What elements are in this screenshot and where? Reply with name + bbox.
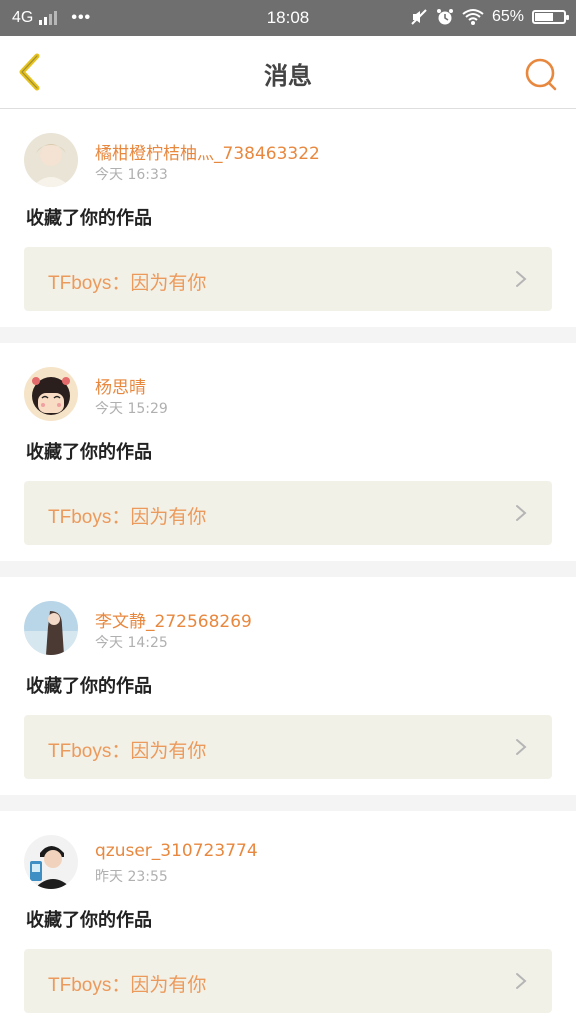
message-card: qzuser_310723774 昨天 23:55 收藏了你的作品 TFboys… bbox=[0, 811, 576, 1029]
message-time: 今天 15:29 bbox=[95, 401, 168, 417]
username[interactable]: 杨思晴 bbox=[95, 373, 146, 398]
avatar[interactable] bbox=[24, 601, 78, 655]
action-text: 收藏了你的作品 bbox=[26, 910, 152, 931]
wifi-icon bbox=[462, 9, 484, 25]
action-text: 收藏了你的作品 bbox=[26, 676, 152, 697]
work-title: TFboys：因为有你 bbox=[48, 975, 207, 996]
message-card: 杨思晴 今天 15:29 收藏了你的作品 TFboys：因为有你 bbox=[0, 343, 576, 561]
username[interactable]: 李文静_272568269 bbox=[95, 607, 252, 632]
avatar[interactable] bbox=[24, 835, 78, 889]
status-bar: 4G ••• 18:08 65% bbox=[0, 0, 576, 36]
avatar-image bbox=[24, 133, 78, 187]
battery-fill bbox=[535, 13, 553, 21]
chevron-right-icon bbox=[516, 505, 527, 521]
chevron-right-icon bbox=[516, 973, 527, 989]
chevron-right-icon bbox=[516, 739, 527, 755]
message-card: 橘柑橙柠桔柚灬_738463322 今天 16:33 收藏了你的作品 TFboy… bbox=[0, 109, 576, 327]
message-time: 今天 14:25 bbox=[95, 635, 168, 651]
chevron-right-icon bbox=[516, 271, 527, 287]
avatar[interactable] bbox=[24, 133, 78, 187]
mute-icon bbox=[411, 9, 427, 25]
action-text: 收藏了你的作品 bbox=[26, 442, 152, 463]
status-right: 65% bbox=[410, 8, 569, 26]
avatar-image bbox=[24, 601, 78, 655]
message-card: 李文静_272568269 今天 14:25 收藏了你的作品 TFboys：因为… bbox=[0, 577, 576, 795]
work-link[interactable]: TFboys：因为有你 bbox=[24, 481, 552, 545]
avatar-image bbox=[24, 835, 78, 889]
alarm-icon bbox=[436, 9, 453, 25]
avatar-image bbox=[24, 367, 78, 421]
action-text: 收藏了你的作品 bbox=[26, 208, 152, 229]
page-title: 消息 bbox=[264, 62, 312, 90]
username[interactable]: 橘柑橙柠桔柚灬_738463322 bbox=[95, 139, 320, 164]
battery-icon bbox=[532, 10, 569, 24]
message-time: 今天 16:33 bbox=[95, 167, 168, 183]
work-title: TFboys：因为有你 bbox=[48, 507, 207, 528]
work-title: TFboys：因为有你 bbox=[48, 273, 207, 294]
search-icon bbox=[525, 58, 557, 91]
search-button[interactable] bbox=[520, 54, 560, 94]
avatar[interactable] bbox=[24, 367, 78, 421]
work-link[interactable]: TFboys：因为有你 bbox=[24, 949, 552, 1013]
battery-percent: 65% bbox=[491, 8, 524, 25]
message-time: 昨天 23:55 bbox=[95, 869, 168, 885]
app-header: 消息 bbox=[0, 36, 576, 109]
work-link[interactable]: TFboys：因为有你 bbox=[24, 247, 552, 311]
work-title: TFboys：因为有你 bbox=[48, 741, 207, 762]
work-link[interactable]: TFboys：因为有你 bbox=[24, 715, 552, 779]
username[interactable]: qzuser_310723774 bbox=[95, 841, 258, 861]
